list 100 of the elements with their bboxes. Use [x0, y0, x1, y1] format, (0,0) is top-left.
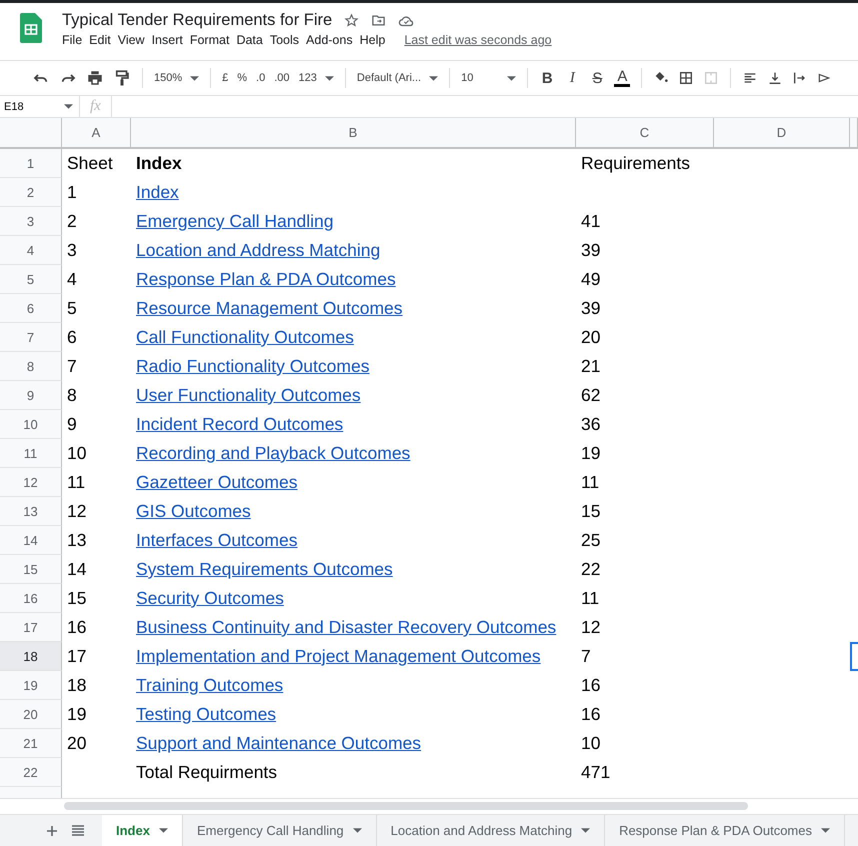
row-header[interactable]: 4 [0, 236, 62, 265]
sheet-link[interactable]: GIS Outcomes [131, 497, 576, 526]
sheet-link[interactable]: Training Outcomes [131, 671, 576, 700]
sheet-link[interactable]: Business Continuity and Disaster Recovery Outcomes [131, 613, 576, 642]
bold-button[interactable]: B [539, 70, 556, 86]
currency-button[interactable]: £ [222, 72, 228, 84]
decrease-decimals-button[interactable]: .0 [256, 72, 266, 84]
sheet-link[interactable]: Support and Maintenance Outcomes [131, 729, 576, 758]
row-header[interactable]: 15 [0, 555, 62, 584]
menu-item[interactable]: View [118, 33, 151, 47]
table-cell-text: 62 [580, 384, 602, 407]
menu-icon[interactable] [72, 825, 84, 836]
menu-item[interactable]: Add-ons [306, 33, 359, 47]
table-cell-text: Sheet [66, 152, 114, 175]
menu-item[interactable]: Help [360, 33, 392, 47]
table-cell-text: 39 [580, 297, 602, 320]
sheet-link[interactable]: Index [131, 178, 576, 207]
table-cell-text: 11 [580, 471, 600, 494]
table-cell-text: 471 [580, 761, 612, 784]
column-header[interactable]: C [576, 118, 714, 149]
font-size-dropdown[interactable]: 10 [461, 72, 516, 84]
italic-button[interactable]: I [564, 70, 580, 86]
table-cell-text: 13 [66, 529, 88, 552]
sheet-link[interactable]: Call Functionality Outcomes [131, 323, 576, 352]
row-header[interactable]: 22 [0, 758, 62, 787]
column-header[interactable]: B [131, 118, 576, 149]
row-header[interactable]: 2 [0, 178, 62, 207]
star-icon[interactable] [344, 13, 360, 28]
row-header[interactable]: 14 [0, 526, 62, 555]
sheet-tab[interactable]: Index [102, 815, 183, 846]
row-header[interactable]: 18 [0, 642, 62, 671]
sheets-logo-icon[interactable] [20, 13, 42, 43]
sheet-tab[interactable]: Emergency Call Handling [182, 815, 377, 846]
row-header[interactable]: 5 [0, 265, 62, 294]
sheet-link[interactable]: Response Plan & PDA Outcomes [131, 265, 576, 294]
folder-icon[interactable] [371, 13, 386, 28]
table-cell-text: 11 [580, 587, 600, 610]
menu-item[interactable]: Insert [152, 33, 189, 47]
percent-button[interactable]: % [237, 72, 248, 84]
table-cell-text: 4 [66, 268, 78, 291]
row-header[interactable]: 10 [0, 410, 62, 439]
strike-button[interactable]: S [589, 70, 606, 86]
scrollbar-thumb[interactable] [64, 802, 748, 810]
sheet-link[interactable]: Radio Functionality Outcomes [131, 352, 576, 381]
row-header[interactable]: 19 [0, 671, 62, 700]
column-header[interactable]: D [714, 118, 850, 149]
menu-item[interactable]: Data [236, 33, 269, 47]
name-box[interactable]: E18 [0, 96, 80, 117]
paint-format-icon[interactable] [113, 69, 131, 87]
sheet-link[interactable]: Resource Management Outcomes [131, 294, 576, 323]
table-cell-text: 1 [66, 181, 78, 204]
sheet-link[interactable]: Implementation and Project Management Outcomes [131, 642, 576, 671]
sheet-link[interactable]: Interfaces Outcomes [131, 526, 576, 555]
row-header[interactable]: 17 [0, 613, 62, 642]
table-cell-text: 15 [580, 500, 602, 523]
row-header[interactable]: 21 [0, 729, 62, 758]
sheet-link[interactable]: Testing Outcomes [131, 700, 576, 729]
menu-item[interactable]: Edit [89, 33, 117, 47]
sheet-link[interactable]: Security Outcomes [131, 584, 576, 613]
sheet-link[interactable]: Location and Address Matching [131, 236, 576, 265]
row-header[interactable]: 3 [0, 207, 62, 236]
last-edit-link[interactable]: Last edit was seconds ago [404, 33, 552, 47]
row-header[interactable]: 9 [0, 381, 62, 410]
row-header[interactable]: 13 [0, 497, 62, 526]
menu-item[interactable]: Format [190, 33, 236, 47]
caret-icon [324, 76, 334, 80]
column-header[interactable]: A [62, 118, 131, 149]
add-sheet-icon[interactable] [46, 824, 58, 836]
selected-cell[interactable] [850, 642, 858, 671]
print-icon[interactable] [86, 69, 104, 87]
sheet-link[interactable]: Gazetteer Outcomes [131, 468, 576, 497]
row-header[interactable]: 6 [0, 294, 62, 323]
menu-item[interactable]: Tools [270, 33, 306, 47]
number-format-dropdown[interactable]: 123 [298, 72, 334, 84]
sheet-link[interactable]: Recording and Playback Outcomes [131, 439, 576, 468]
color-button[interactable]: A [614, 69, 630, 87]
table-cell-text: 17 [66, 645, 88, 668]
row-header[interactable]: 1 [0, 149, 62, 178]
font-dropdown[interactable]: Default (Ari... [356, 72, 438, 84]
document-title[interactable]: Typical Tender Requirements for Fire [62, 11, 332, 30]
sheet-link[interactable]: User Functionality Outcomes [131, 381, 576, 410]
table-cell-text: 39 [580, 239, 602, 262]
row-header[interactable]: 11 [0, 439, 62, 468]
sheet-link[interactable]: Emergency Call Handling [131, 207, 576, 236]
sheet-link[interactable]: Incident Record Outcomes [131, 410, 576, 439]
zoom-dropdown[interactable]: 150% [154, 72, 200, 84]
row-header[interactable]: 16 [0, 584, 62, 613]
sheet-link[interactable]: System Requirements Outcomes [131, 555, 576, 584]
row-header[interactable]: 7 [0, 323, 62, 352]
menu-item[interactable]: File [62, 33, 88, 47]
row-header[interactable]: 12 [0, 468, 62, 497]
row-header[interactable]: 8 [0, 352, 62, 381]
caret-icon [190, 76, 200, 80]
sheet-tab[interactable]: Response Plan & PDA Outcomes [605, 815, 845, 846]
increase-decimals-button[interactable]: .00 [274, 72, 290, 84]
sheet-tab[interactable]: Location and Address Matching [376, 815, 606, 846]
borders-icon[interactable] [678, 69, 694, 87]
merge-cells-icon[interactable] [703, 69, 720, 87]
row-header[interactable]: 20 [0, 700, 62, 729]
table-cell-text: 8 [66, 384, 78, 407]
